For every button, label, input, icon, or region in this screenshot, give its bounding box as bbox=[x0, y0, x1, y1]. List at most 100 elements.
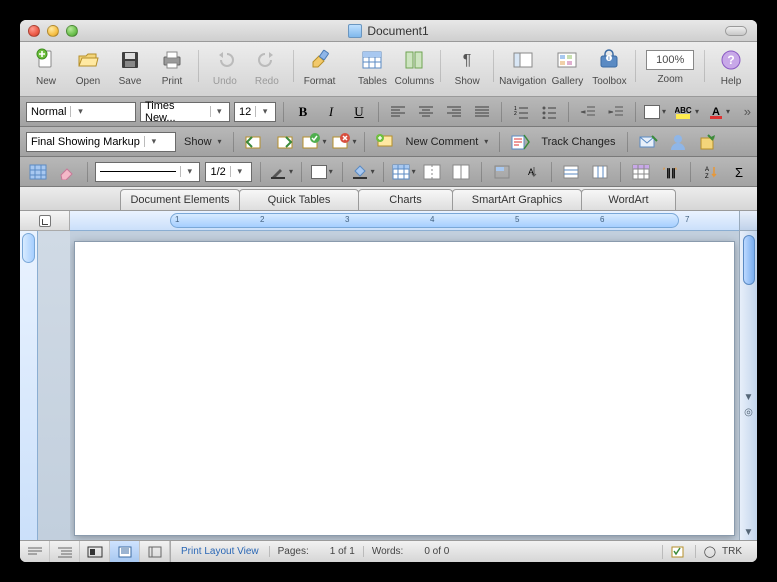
text-direction-button[interactable]: A bbox=[519, 161, 543, 183]
previous-change-button[interactable] bbox=[241, 131, 267, 153]
save-button[interactable]: Save bbox=[110, 46, 150, 87]
tables-button[interactable]: Tables bbox=[352, 46, 392, 87]
svg-text:2: 2 bbox=[514, 111, 517, 117]
merge-cells-button[interactable] bbox=[421, 161, 445, 183]
toolbox-button[interactable]: i Toolbox bbox=[589, 46, 629, 87]
style-combo[interactable]: Normal▾ bbox=[26, 102, 136, 122]
align-right-button[interactable] bbox=[442, 101, 466, 123]
document-page[interactable] bbox=[74, 241, 735, 536]
vertical-scrollbar[interactable]: ▼ ◎ ▼ bbox=[739, 231, 757, 540]
scroll-down2-icon[interactable]: ▼ bbox=[744, 525, 754, 540]
undo-button[interactable]: Undo bbox=[205, 46, 245, 87]
italic-button[interactable]: I bbox=[319, 101, 343, 123]
new-comment-icon[interactable] bbox=[372, 131, 398, 153]
numbered-list-button[interactable]: 12 bbox=[509, 101, 533, 123]
font-color-button[interactable]: A▾ bbox=[707, 101, 731, 123]
distribute-columns-button[interactable] bbox=[588, 161, 612, 183]
show-menu-button[interactable]: Show▾ bbox=[180, 131, 226, 153]
minimize-window-button[interactable] bbox=[47, 25, 59, 37]
align-center-button[interactable] bbox=[414, 101, 438, 123]
track-changes-button[interactable]: Track Changes bbox=[537, 131, 619, 153]
show-button[interactable]: ¶ Show bbox=[447, 46, 487, 87]
increase-indent-button[interactable] bbox=[604, 101, 628, 123]
page-surface[interactable] bbox=[70, 231, 739, 540]
browse-object-icon[interactable]: ◎ bbox=[744, 405, 753, 420]
distribute-rows-button[interactable] bbox=[560, 161, 584, 183]
display-for-review-combo[interactable]: Final Showing Markup▾ bbox=[26, 132, 176, 152]
horizontal-ruler[interactable]: 1 2 3 4 5 6 7 bbox=[70, 211, 739, 231]
eraser-button[interactable] bbox=[55, 161, 79, 183]
borders-button[interactable]: ▾ bbox=[643, 101, 667, 123]
split-cells-button[interactable] bbox=[449, 161, 473, 183]
zoom-value[interactable]: 100% bbox=[646, 50, 694, 70]
words-status[interactable]: Words: 0 of 0 bbox=[363, 546, 458, 557]
autosum-button[interactable]: Σ bbox=[727, 161, 751, 183]
font-combo[interactable]: Times New...▾ bbox=[140, 102, 230, 122]
next-change-button[interactable] bbox=[271, 131, 297, 153]
reviewer-button[interactable] bbox=[665, 131, 691, 153]
border-outside-button[interactable]: ▾ bbox=[310, 161, 334, 183]
notebook-layout-view-button[interactable] bbox=[140, 541, 170, 562]
trk-label: TRK bbox=[722, 546, 742, 557]
navigation-button[interactable]: Navigation bbox=[500, 46, 545, 87]
zoom-control[interactable]: 100% Zoom bbox=[642, 46, 698, 85]
tab-wordart[interactable]: WordArt bbox=[581, 189, 676, 210]
autofit-button[interactable]: ∥∥ bbox=[658, 161, 682, 183]
print-button[interactable]: Print bbox=[152, 46, 192, 87]
tab-smartart[interactable]: SmartArt Graphics bbox=[452, 189, 582, 210]
new-comment-button[interactable]: New Comment▾ bbox=[402, 131, 493, 153]
open-button[interactable]: Open bbox=[68, 46, 108, 87]
columns-button[interactable]: Columns bbox=[394, 46, 434, 87]
separator bbox=[635, 102, 636, 122]
insert-table-button[interactable]: ▾ bbox=[392, 161, 416, 183]
font-size-combo[interactable]: 12▾ bbox=[234, 102, 276, 122]
spellcheck-button[interactable] bbox=[662, 545, 695, 559]
align-justify-button[interactable] bbox=[470, 101, 494, 123]
separator bbox=[87, 162, 88, 182]
draft-view-button[interactable] bbox=[20, 541, 50, 562]
accept-change-button[interactable]: ▾ bbox=[301, 131, 327, 153]
end-review-button[interactable] bbox=[695, 131, 721, 153]
split-box[interactable] bbox=[739, 211, 757, 231]
vertical-ruler[interactable] bbox=[20, 231, 38, 540]
bold-button[interactable]: B bbox=[291, 101, 315, 123]
pages-status[interactable]: Pages: 1 of 1 bbox=[269, 546, 363, 557]
help-button[interactable]: ? Help bbox=[711, 46, 751, 87]
line-weight-combo[interactable]: 1/2▾ bbox=[205, 162, 252, 182]
autoformat-button[interactable] bbox=[629, 161, 653, 183]
align-left-button[interactable] bbox=[386, 101, 410, 123]
separator bbox=[198, 50, 199, 82]
display-mode-value: Final Showing Markup bbox=[31, 136, 140, 148]
scroll-thumb[interactable] bbox=[743, 235, 755, 285]
underline-button[interactable]: U bbox=[347, 101, 371, 123]
align-top-left-button[interactable] bbox=[490, 161, 514, 183]
grid-toggle-button[interactable] bbox=[26, 161, 50, 183]
publishing-layout-view-button[interactable] bbox=[80, 541, 110, 562]
toolbar-toggle-button[interactable] bbox=[725, 26, 747, 36]
close-window-button[interactable] bbox=[28, 25, 40, 37]
outline-view-button[interactable] bbox=[50, 541, 80, 562]
tab-document-elements[interactable]: Document Elements bbox=[120, 189, 240, 210]
new-button[interactable]: New bbox=[26, 46, 66, 87]
zoom-window-button[interactable] bbox=[66, 25, 78, 37]
tab-quick-tables[interactable]: Quick Tables bbox=[239, 189, 359, 210]
decrease-indent-button[interactable] bbox=[576, 101, 600, 123]
scroll-down-icon[interactable]: ▼ bbox=[744, 390, 754, 405]
track-changes-icon[interactable] bbox=[507, 131, 533, 153]
format-button[interactable]: Format bbox=[300, 46, 340, 87]
pen-color-button[interactable]: ▾ bbox=[269, 161, 293, 183]
line-style-combo[interactable]: ▾ bbox=[95, 162, 200, 182]
send-for-review-button[interactable] bbox=[635, 131, 661, 153]
gallery-button[interactable]: Gallery bbox=[547, 46, 587, 87]
highlight-button[interactable]: ABC▾ bbox=[671, 101, 703, 123]
bulleted-list-button[interactable] bbox=[537, 101, 561, 123]
reject-change-button[interactable]: ▾ bbox=[331, 131, 357, 153]
tab-charts[interactable]: Charts bbox=[358, 189, 453, 210]
overflow-button[interactable]: » bbox=[744, 104, 751, 119]
sort-ascending-button[interactable]: AZ bbox=[699, 161, 723, 183]
trk-status[interactable]: ◯TRK bbox=[695, 545, 757, 558]
shading-color-button[interactable]: ▾ bbox=[351, 161, 375, 183]
tab-stop-selector[interactable] bbox=[20, 211, 70, 231]
redo-button[interactable]: Redo bbox=[247, 46, 287, 87]
print-layout-view-button[interactable] bbox=[110, 541, 140, 562]
